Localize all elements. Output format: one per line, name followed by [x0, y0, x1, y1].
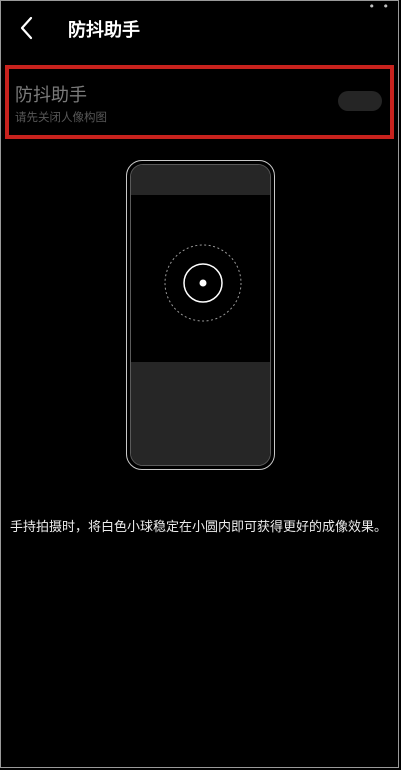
setting-subtitle: 请先关闭人像构图 — [15, 110, 107, 124]
stabilizer-circle-icon — [164, 244, 242, 322]
back-button[interactable] — [14, 14, 40, 42]
chevron-left-icon — [20, 16, 33, 40]
phone-screen — [130, 164, 271, 466]
description-text: 手持拍摄时，将白色小球稳定在小圆内即可获得更好的成像效果。 — [10, 520, 388, 535]
setting-title: 防抖助手 — [15, 85, 87, 106]
stabilizer-toggle[interactable] — [338, 91, 382, 111]
phone-illustration — [126, 160, 275, 470]
phone-top-area — [131, 165, 270, 195]
phone-bottom-area — [131, 362, 270, 465]
page-title: 防抖助手 — [68, 20, 140, 41]
stabilizer-setting-row: 防抖助手 请先关闭人像构图 — [5, 65, 394, 139]
top-bar: 防抖助手 — [0, 10, 401, 46]
